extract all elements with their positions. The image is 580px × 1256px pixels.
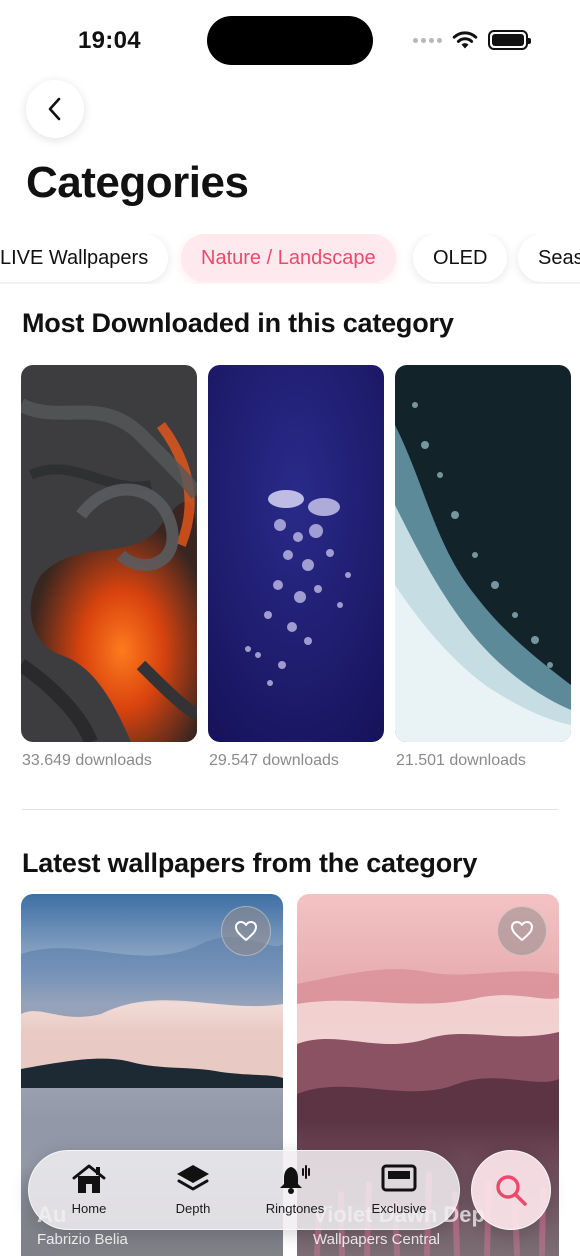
download-count-3: 21.501 downloads	[396, 752, 526, 769]
category-chips: LIVE Wallpapers Nature / Landscape OLED …	[0, 234, 580, 284]
most-downloaded-title: Most Downloaded in this category	[22, 308, 454, 338]
search-icon	[496, 1175, 527, 1206]
tab-depth[interactable]: Depth	[143, 1163, 243, 1216]
download-count-2: 29.547 downloads	[209, 752, 339, 769]
exclusive-icon	[381, 1164, 417, 1192]
bell-icon	[280, 1165, 310, 1194]
favorite-button[interactable]	[497, 906, 547, 956]
status-icons	[413, 30, 531, 50]
chevron-left-icon	[48, 97, 61, 121]
page-title: Categories	[26, 158, 249, 207]
chip-oled[interactable]: OLED	[413, 234, 508, 282]
layers-icon	[177, 1165, 209, 1191]
wifi-icon	[452, 31, 478, 49]
latest-title: Latest wallpapers from the category	[22, 848, 478, 878]
search-button[interactable]	[471, 1150, 551, 1230]
heart-icon	[235, 921, 257, 941]
cellular-signal-icon	[413, 37, 442, 43]
chip-live-wallpapers[interactable]: LIVE Wallpapers	[0, 234, 169, 282]
status-bar: 19:04	[0, 0, 580, 80]
wallpaper-card-ocean[interactable]	[395, 365, 571, 742]
wallpaper-card-bubbles[interactable]	[208, 365, 384, 742]
tab-ringtones-label: Ringtones	[265, 1201, 325, 1216]
lava-wallpaper-image	[21, 365, 197, 742]
chip-seas[interactable]: Seas	[518, 234, 580, 282]
tab-exclusive-label: Exclusive	[371, 1201, 427, 1216]
wallpaper-author: Wallpapers Central	[313, 1231, 440, 1248]
tab-home-label: Home	[71, 1201, 107, 1216]
tab-depth-label: Depth	[175, 1201, 211, 1216]
dynamic-island	[207, 16, 373, 65]
battery-icon	[488, 30, 531, 50]
tab-bar: Home Depth Ringtones Exclusive	[28, 1150, 460, 1230]
favorite-button[interactable]	[221, 906, 271, 956]
heart-icon	[511, 921, 533, 941]
ocean-wave-wallpaper-image	[395, 365, 571, 742]
status-time: 19:04	[78, 27, 141, 54]
back-button[interactable]	[26, 80, 84, 138]
download-count-1: 33.649 downloads	[22, 752, 152, 769]
chip-nature-landscape[interactable]: Nature / Landscape	[181, 234, 396, 282]
home-icon	[72, 1164, 106, 1193]
wallpaper-card-lava[interactable]	[21, 365, 197, 742]
tab-home[interactable]: Home	[39, 1163, 139, 1216]
bubbles-wallpaper-image	[208, 365, 384, 742]
section-divider	[22, 809, 558, 810]
tab-exclusive[interactable]: Exclusive	[349, 1163, 449, 1216]
wallpaper-author: Fabrizio Belia	[37, 1231, 128, 1248]
tab-ringtones[interactable]: Ringtones	[245, 1163, 345, 1216]
